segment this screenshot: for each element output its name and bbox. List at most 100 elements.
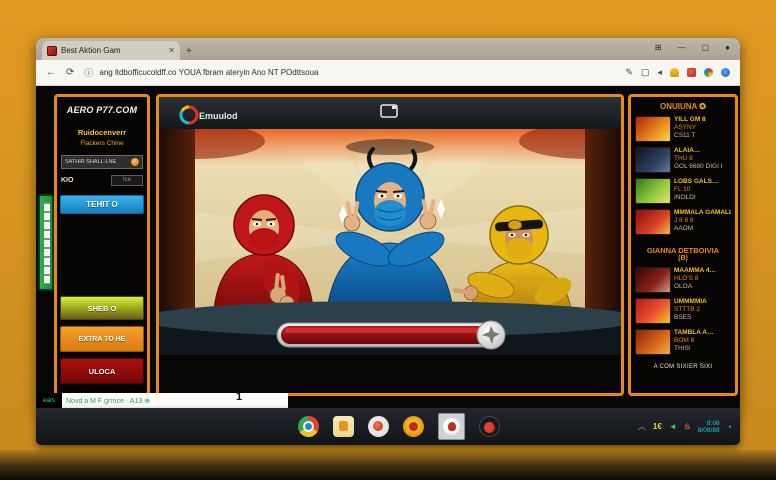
field-label: KIO	[61, 177, 73, 184]
status-marker: 1	[236, 391, 242, 403]
game-item-title[interactable]: ALAIA…	[674, 147, 723, 154]
address-bar[interactable]: ⓘ ang ltdbofficucoldff.co YOUA fbram ate…	[84, 66, 615, 79]
new-tab-button[interactable]: +	[186, 46, 192, 57]
minimize-button[interactable]: —	[678, 42, 686, 54]
window-controls: ⊞ — ▢ ●	[655, 42, 730, 54]
profile-avatar-icon[interactable]	[721, 68, 730, 77]
maximize-button[interactable]: ▢	[702, 42, 710, 54]
browser-tab[interactable]: Best Aktion Gam ✕	[42, 41, 180, 60]
refresh-icon[interactable]: ⟳	[66, 67, 74, 78]
game-thumbnail[interactable]	[635, 178, 671, 204]
status-text: Novd a M F grrnce · A13 ⊕	[66, 397, 150, 405]
toolbar-actions: ✎ ▢ ◂	[625, 67, 730, 78]
game-item-meta: FL 10	[674, 186, 718, 193]
game-app-icon[interactable]	[403, 416, 424, 437]
game-item-sub: THIS!	[674, 345, 713, 352]
related-games-header: GIANNA DETBOIVIA	[633, 246, 733, 255]
window-grid-icon[interactable]: ⊞	[655, 42, 662, 54]
extension-red-icon[interactable]	[687, 68, 696, 77]
hidden-icons-chevron[interactable]: ︿	[638, 421, 646, 432]
game-list-item[interactable]: TAMBLA A… BOM 8 THIS!	[635, 329, 731, 355]
game-item-text: LOBS GALS… FL 10 INOLDI	[674, 178, 718, 201]
browser-toolbar: ← ⟳ ⓘ ang ltdbofficucoldff.co YOUA fbram…	[36, 60, 740, 86]
field-input[interactable]: Ice	[111, 175, 143, 186]
media-app-icon[interactable]	[368, 416, 389, 437]
game-list-item[interactable]: ALAIA… THU 8 GOL 6680 DIGI I	[635, 147, 731, 173]
games-list-header-text: ONUIUNA	[660, 102, 697, 111]
active-app-icon[interactable]	[438, 413, 465, 440]
square-icon[interactable]: ▢	[641, 67, 650, 78]
game-item-text: TAMBLA A… BOM 8 THIS!	[674, 329, 713, 352]
game-frame[interactable]: Emuulod	[156, 94, 624, 396]
games-list-header: ONUIUNA ✪	[633, 102, 733, 111]
notification-center-icon[interactable]: ◔	[727, 422, 732, 432]
game-item-text: YILL GM 8 ASYNY CS11 T	[674, 116, 706, 139]
submit-button[interactable]: TEHIT O	[60, 195, 144, 214]
extension-yellow-icon[interactable]	[670, 68, 679, 77]
game-canvas[interactable]: Emuulod	[159, 97, 621, 393]
game-thumbnail[interactable]	[635, 267, 671, 293]
game-thumbnail[interactable]	[635, 329, 671, 355]
game-item-meta: STTTB 2	[674, 306, 707, 313]
desktop-background: Best Aktion Gam ✕ + ⊞ — ▢ ● ← ⟳ ⓘ ang lt…	[0, 0, 776, 480]
game-list-item[interactable]: MAAMMA 4… HLO'S 8 OLOA	[635, 267, 731, 293]
game-thumbnail[interactable]	[635, 209, 671, 235]
tab-close-icon[interactable]: ✕	[168, 46, 175, 55]
browser-app-icon[interactable]	[479, 416, 500, 437]
orange-action-button[interactable]: EXTRA TO HE	[60, 326, 144, 352]
desktop-bottom-shadow	[0, 450, 776, 480]
game-item-sub: CS11 T	[674, 132, 706, 139]
game-list-item[interactable]: LOBS GALS… FL 10 INOLDI	[635, 178, 731, 204]
taskbar-clock[interactable]: 8:08 8/08/88	[698, 420, 720, 434]
game-item-text: MMMALA GAMALL J 8 8 8 AAOM	[674, 209, 731, 232]
side-feedback-label	[44, 202, 50, 284]
site-favicon-icon	[47, 46, 57, 56]
right-sidebar: ONUIUNA ✪ YILL GM 8 ASYNY CS11 T ALAIA…	[628, 94, 738, 396]
game-item-title[interactable]: TAMBLA A…	[674, 329, 713, 336]
game-item-title[interactable]: MAAMMA 4…	[674, 267, 716, 274]
close-button[interactable]: ●	[725, 42, 730, 54]
flag-icon[interactable]: ◂	[657, 67, 662, 78]
game-list-item[interactable]: YILL GM 8 ASYNY CS11 T	[635, 116, 731, 142]
red-action-button[interactable]: ULOCA	[60, 358, 144, 384]
chrome-center	[303, 421, 314, 432]
tray-app-icon[interactable]: ♨	[684, 422, 691, 431]
tray-language-icon[interactable]: 1€	[653, 422, 662, 431]
clock-time: 8:08	[707, 420, 720, 427]
clock-date: 8/08/88	[698, 427, 720, 434]
status-badge: ears	[36, 393, 62, 408]
game-item-title[interactable]: YILL GM 8	[674, 116, 706, 123]
related-games-count: (B)	[633, 255, 733, 262]
game-item-text: ALAIA… THU 8 GOL 6680 DIGI I	[674, 147, 723, 170]
extension-multicolor-icon[interactable]	[704, 68, 713, 77]
site-info-icon[interactable]: ⓘ	[84, 66, 93, 79]
site-logo[interactable]: AERO P77.COM	[67, 105, 137, 115]
chrome-icon[interactable]	[298, 416, 319, 437]
game-item-title[interactable]: UMMMMIA	[674, 298, 707, 305]
game-item-meta: BOM 8	[674, 337, 713, 344]
folder-icon[interactable]	[333, 416, 354, 437]
game-thumbnail[interactable]	[635, 298, 671, 324]
game-thumbnail[interactable]	[635, 116, 671, 142]
game-item-title[interactable]: MMMALA GAMALL	[674, 209, 731, 216]
status-bar: Novd a M F grrnce · A13 ⊕	[36, 393, 288, 408]
game-thumbnail[interactable]	[635, 147, 671, 173]
game-item-title[interactable]: LOBS GALS…	[674, 178, 718, 185]
media-app-dot	[373, 421, 383, 431]
game-item-sub: INOLDI	[674, 194, 718, 201]
game-list-item[interactable]: MMMALA GAMALL J 8 8 8 AAOM	[635, 209, 731, 235]
game-item-meta: ASYNY	[674, 124, 706, 131]
pillar-right	[585, 129, 621, 309]
back-icon[interactable]: ←	[46, 67, 56, 78]
edit-icon[interactable]: ✎	[625, 67, 633, 78]
side-feedback-tab[interactable]	[38, 194, 54, 291]
tab-strip: Best Aktion Gam ✕ + ⊞ — ▢ ●	[36, 38, 740, 60]
more-games-link[interactable]: A COM SIXIER SIXI	[633, 364, 733, 370]
taskbar-icons	[298, 408, 500, 445]
green-action-button[interactable]: SHEB O	[60, 296, 144, 320]
game-list-item[interactable]: UMMMMIA STTTB 2 BSES	[635, 298, 731, 324]
search-go-icon[interactable]	[131, 158, 139, 166]
emulator-brand-label: Emuulod	[199, 111, 238, 121]
tray-network-icon[interactable]: ◄	[669, 422, 677, 431]
search-input[interactable]: SATHIR SHALL-LNE	[61, 155, 143, 169]
